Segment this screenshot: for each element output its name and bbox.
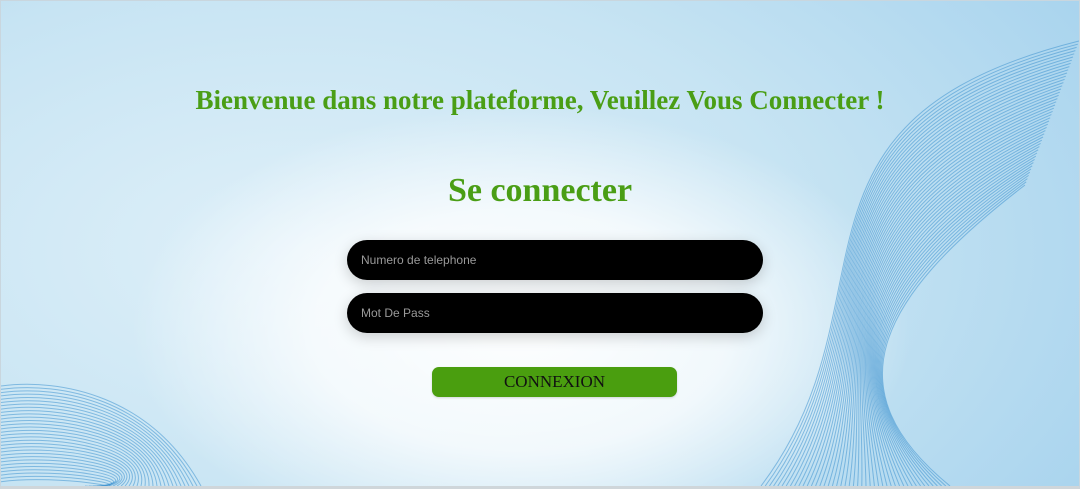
phone-input[interactable]: [347, 240, 763, 280]
welcome-heading: Bienvenue dans notre plateforme, Veuille…: [195, 85, 885, 115]
login-title: Se connecter: [447, 172, 633, 209]
password-field: [347, 293, 763, 333]
login-page: Bienvenue dans notre plateforme, Veuille…: [0, 0, 1080, 489]
phone-field: [347, 240, 763, 280]
connexion-button[interactable]: CONNEXION: [432, 367, 677, 397]
wave-line: [840, 101, 1057, 486]
wave-line: [877, 168, 1032, 486]
wave-line: [827, 91, 1060, 486]
password-input[interactable]: [347, 293, 763, 333]
wave-line: [798, 69, 1069, 486]
